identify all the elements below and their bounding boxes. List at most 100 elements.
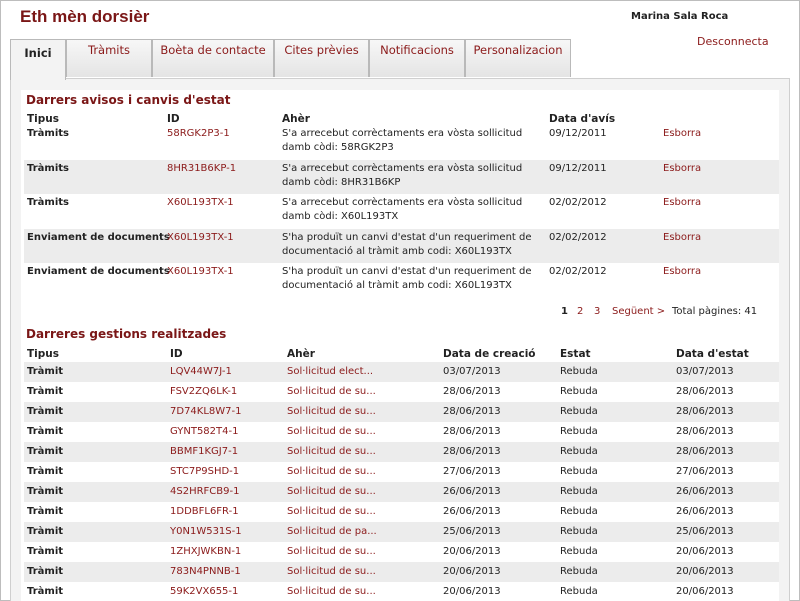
procedure-subject-link[interactable]: Sol·licitud de su... [287,505,376,519]
procedure-row: Tràmit 4S2HRFCB9-1 Sol·licitud de su... 26/… [24,482,779,502]
procedure-created-date: 25/06/2013 [443,526,501,537]
procedure-subject-link[interactable]: Sol·licitud de su... [287,465,376,479]
procedure-status-date: 20/06/2013 [676,566,734,577]
pager-page-2[interactable]: 2 [577,306,583,317]
procedure-type: Tràmit [27,366,64,377]
procedure-id-link[interactable]: 4S2HRFCB9-1 [170,485,239,499]
notice-delete-link[interactable]: Esborra [663,265,701,279]
procedure-created-date: 28/06/2013 [443,426,501,437]
procedures-header-created: Data de creació [443,348,536,360]
procedure-id-link[interactable]: 783N4PNNB-1 [170,565,241,579]
procedure-row: Tràmit STC7P9SHD-1 Sol·licitud de su... 27/… [24,462,779,482]
procedure-status-date: 03/07/2013 [676,366,734,377]
procedures-header-subject: Ahèr [287,348,315,360]
procedure-status-date: 25/06/2013 [676,526,734,537]
notice-delete-link[interactable]: Esborra [663,196,701,210]
notice-subject: S'a arrecebut corrèctaments era vòsta so… [282,197,523,222]
procedure-id-link[interactable]: Y0N1W531S-1 [170,525,242,539]
procedures-header-status-date: Data d'estat [676,348,749,360]
procedures-header-status: Estat [560,348,591,360]
logout-link[interactable]: Desconnecta [697,35,769,48]
tab-appointments[interactable]: Cites prèvies [274,39,369,77]
procedure-row: Tràmit 59K2VX655-1 Sol·licitud de su... 20/… [24,582,779,601]
procedure-type: Tràmit [27,386,64,397]
notice-type: Tràmits [27,128,69,139]
procedure-subject-link[interactable]: Sol·licitud elect... [287,365,373,379]
procedure-id-link[interactable]: FSV2ZQ6LK-1 [170,385,237,399]
procedure-status: Rebuda [560,426,598,437]
procedure-status-date: 26/06/2013 [676,506,734,517]
notice-subject: S'a arrecebut corrèctaments era vòsta so… [282,128,523,153]
procedure-subject-link[interactable]: Sol·licitud de su... [287,425,376,439]
tab-notifications[interactable]: Notificacions [369,39,465,77]
home-panel: Darrers avisos i canvis d'estat Tipus ID… [21,90,779,601]
notice-date: 02/02/2012 [549,197,607,208]
procedure-created-date: 28/06/2013 [443,386,501,397]
procedure-id-link[interactable]: STC7P9SHD-1 [170,465,239,479]
tab-contact-box[interactable]: Boèta de contacte [152,39,274,77]
notice-id-link[interactable]: 8HR31B6KP-1 [167,162,236,176]
user-name: Marina Sala Roca [631,11,729,22]
procedure-type: Tràmit [27,446,64,457]
procedure-type: Tràmit [27,426,64,437]
procedure-status: Rebuda [560,586,598,597]
procedure-created-date: 20/06/2013 [443,586,501,597]
procedure-type: Tràmit [27,546,64,557]
procedure-status-date: 28/06/2013 [676,426,734,437]
procedure-created-date: 20/06/2013 [443,566,501,577]
procedure-status: Rebuda [560,466,598,477]
notice-id-link[interactable]: 58RGK2P3-1 [167,127,230,141]
pager-page-1[interactable]: 1 [561,306,568,317]
tab-home[interactable]: Inici [10,39,66,80]
procedure-subject-link[interactable]: Sol·licitud de pa... [287,525,377,539]
procedure-created-date: 26/06/2013 [443,486,501,497]
notice-date: 09/12/2011 [549,128,607,139]
notice-delete-link[interactable]: Esborra [663,162,701,176]
procedure-type: Tràmit [27,586,64,597]
procedure-row: Tràmit 1DDBFL6FR-1 Sol·licitud de su... 26/… [24,502,779,522]
procedure-created-date: 03/07/2013 [443,366,501,377]
procedure-created-date: 20/06/2013 [443,546,501,557]
procedure-subject-link[interactable]: Sol·licitud de su... [287,585,376,599]
procedure-status: Rebuda [560,406,598,417]
procedure-created-date: 27/06/2013 [443,466,501,477]
procedure-subject-link[interactable]: Sol·licitud de su... [287,565,376,579]
procedure-row: Tràmit FSV2ZQ6LK-1 Sol·licitud de su... 28/… [24,382,779,402]
procedure-created-date: 28/06/2013 [443,406,501,417]
procedure-id-link[interactable]: GYNT582T4-1 [170,425,238,439]
notice-id-link[interactable]: X60L193TX-1 [167,231,234,245]
notice-type: Enviament de documents [27,231,170,243]
procedure-type: Tràmit [27,486,64,497]
procedure-id-link[interactable]: 7D74KL8W7-1 [170,405,242,419]
procedure-row: Tràmit 1ZHXJWKBN-1 Sol·licitud de su... 20/… [24,542,779,562]
procedure-id-link[interactable]: 1DDBFL6FR-1 [170,505,239,519]
procedure-subject-link[interactable]: Sol·licitud de su... [287,545,376,559]
procedure-subject-link[interactable]: Sol·licitud de su... [287,405,376,419]
procedure-subject-link[interactable]: Sol·licitud de su... [287,445,376,459]
procedure-created-date: 28/06/2013 [443,446,501,457]
procedure-id-link[interactable]: BBMF1KGJ7-1 [170,445,238,459]
notice-delete-link[interactable]: Esborra [663,231,701,245]
procedure-row: Tràmit 7D74KL8W7-1 Sol·licitud de su... 28/… [24,402,779,422]
pager-page-3[interactable]: 3 [594,306,600,317]
pager-next-link[interactable]: Següent > [612,306,665,317]
notices-header-subject: Ahèr [282,113,310,125]
notice-id-link[interactable]: X60L193TX-1 [167,265,234,279]
procedure-type: Tràmit [27,506,64,517]
procedure-subject-link[interactable]: Sol·licitud de su... [287,385,376,399]
procedure-subject-link[interactable]: Sol·licitud de su... [287,485,376,499]
procedures-section-title: Darreres gestions realitzades [26,327,227,341]
notices-header-id: ID [167,113,180,125]
notice-row: Tràmits 8HR31B6KP-1 S'a arrecebut corrècta… [24,159,779,194]
procedure-id-link[interactable]: 1ZHXJWKBN-1 [170,545,241,559]
notice-date: 02/02/2012 [549,231,607,243]
tab-personalization[interactable]: Personalizacion [465,39,571,77]
notice-type: Enviament de documents [27,266,170,277]
notice-type: Tràmits [27,197,69,208]
notice-delete-link[interactable]: Esborra [663,127,701,141]
tab-procedures[interactable]: Tràmits [66,39,152,77]
procedure-id-link[interactable]: 59K2VX655-1 [170,585,238,599]
notice-id-link[interactable]: X60L193TX-1 [167,196,234,210]
notice-row: Enviament de documents X60L193TX-1 S'ha pr… [24,263,779,297]
procedure-id-link[interactable]: LQV44W7J-1 [170,365,232,379]
